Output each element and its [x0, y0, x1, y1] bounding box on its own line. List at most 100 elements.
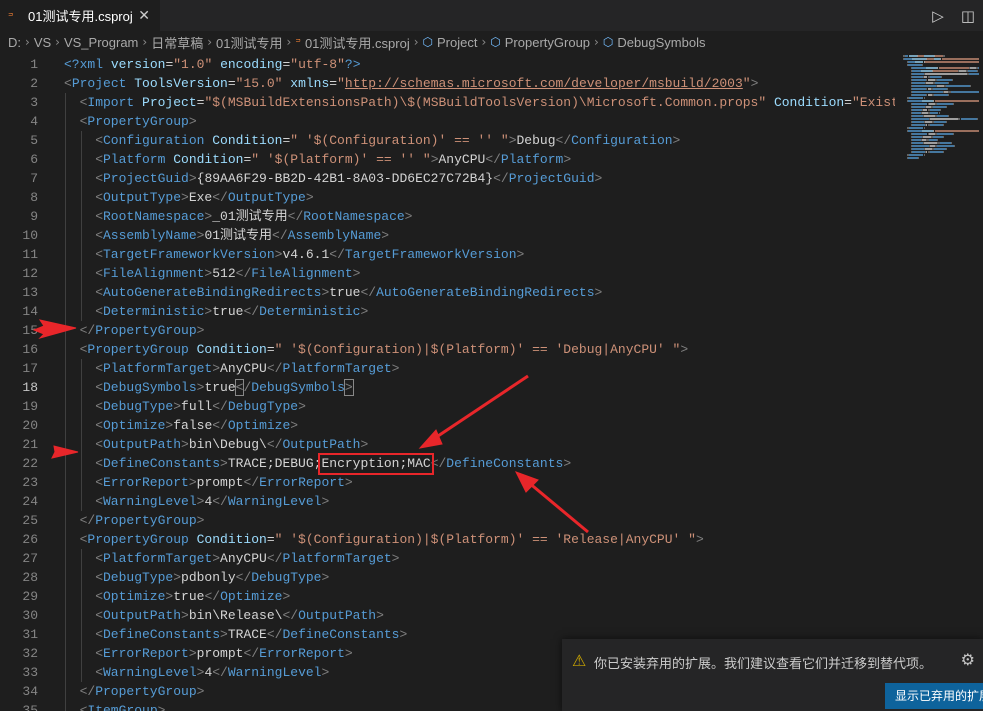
code-text: <OutputType>Exe</OutputType> [95, 188, 313, 207]
minimap-token [953, 145, 955, 147]
code-line[interactable]: 5 <Configuration Condition=" '$(Configura… [0, 131, 895, 150]
code-token: > [360, 437, 369, 452]
code-line[interactable]: 13 <AutoGenerateBindingRedirects>true</Au… [0, 283, 895, 302]
code-token: </ [266, 437, 283, 452]
code-line[interactable]: 6 <Platform Condition=" '$(Platform)' == … [0, 150, 895, 169]
minimap-token [912, 91, 943, 93]
minimap-token [912, 151, 926, 153]
minimap-token [948, 82, 950, 84]
minimap-token [923, 127, 925, 129]
code-line[interactable]: 3 <Import Project="$(MSBuildExtensionsPat… [0, 93, 895, 112]
minimap-token [929, 124, 943, 126]
minimap-token [925, 73, 968, 75]
code-line[interactable]: 9 <RootNamespace>_01测试专用</RootNamespace> [0, 207, 895, 226]
breadcrumb-item-file[interactable]: 01测试专用.csproj [305, 33, 410, 52]
code-line[interactable]: 1 <?xml version="1.0" encoding="utf-8"?> [0, 55, 895, 74]
code-token: < [95, 608, 103, 623]
code-line[interactable]: 2 <Project ToolsVersion="15.0" xmlns="htt… [0, 74, 895, 93]
code-token: < [95, 551, 103, 566]
code-line[interactable]: 12 <FileAlignment>512</FileAlignment> [0, 264, 895, 283]
minimap-token [929, 118, 959, 120]
breadcrumb-item-vs-program[interactable]: VS_Program [64, 35, 138, 50]
tab-csproj[interactable]: ᵙ 01测试专用.csproj ✕ [0, 0, 160, 31]
gear-icon[interactable]: ⚙ [961, 650, 975, 669]
code-token: </ [243, 475, 260, 490]
code-token: < [95, 380, 103, 395]
code-token: RootNamespace [303, 209, 405, 224]
code-text: <ProjectGuid>{89AA6F29-BB2D-42B1-8A03-DD… [95, 169, 602, 188]
code-text: <PropertyGroup Condition=" '$(Configurat… [80, 340, 689, 359]
code-line[interactable]: 19 <DebugType>full</DebugType> [0, 397, 895, 416]
minimap-token [933, 88, 948, 90]
breadcrumb-item-propertygroup[interactable]: PropertyGroup [505, 35, 590, 50]
code-text: <Project ToolsVersion="15.0" xmlns="http… [64, 74, 758, 93]
minimap-token [952, 103, 954, 105]
code-token: > [508, 133, 517, 148]
code-line[interactable]: 27 <PlatformTarget>AnyCPU</PlatformTarget… [0, 549, 895, 568]
minimap-token [934, 55, 943, 57]
code-line[interactable]: 4 <PropertyGroup> [0, 112, 895, 131]
code-line[interactable]: 26 <PropertyGroup Condition=" '$(Configur… [0, 530, 895, 549]
code-line[interactable]: 14 <Deterministic>true</Deterministic> [0, 302, 895, 321]
minimap-token [908, 61, 915, 63]
code-line[interactable]: 18 <DebugSymbols>true</DebugSymbols> [0, 378, 895, 397]
code-token: < [95, 361, 103, 376]
run-icon[interactable]: ▷ [923, 7, 953, 25]
line-number: 1 [30, 57, 38, 72]
breadcrumb-item-folder[interactable]: 01测试专用 [216, 33, 282, 52]
code-token: > [173, 399, 182, 414]
line-number: 31 [22, 627, 38, 642]
minimap-token [937, 103, 953, 105]
breadcrumb-item-debugsymbols[interactable]: DebugSymbols [617, 35, 705, 50]
code-token: OutputPath [282, 437, 361, 452]
code-token: ErrorReport [103, 475, 189, 490]
line-number: 11 [22, 247, 38, 262]
close-icon[interactable]: ✕ [138, 8, 150, 24]
code-line[interactable]: 8 <OutputType>Exe</OutputType> [0, 188, 895, 207]
code-text: <PropertyGroup Condition=" '$(Configurat… [80, 530, 704, 549]
code-token: < [95, 456, 103, 471]
code-line[interactable]: 16 <PropertyGroup Condition=" '$(Configur… [0, 340, 895, 359]
code-line[interactable]: 10 <AssemblyName>01测试专用</AssemblyName> [0, 226, 895, 245]
minimap-token [909, 127, 924, 129]
code-token: </ [266, 361, 283, 376]
warning-icon: ⚠ [572, 651, 587, 670]
code-line[interactable]: 7 <ProjectGuid>{89AA6F29-BB2D-42B1-8A03-D… [0, 169, 895, 188]
code-line[interactable]: 17 <PlatformTarget>AnyCPU</PlatformTarget… [0, 359, 895, 378]
breadcrumb-item-vs[interactable]: VS [34, 35, 51, 50]
code-text: <Import Project="$(MSBuildExtensionsPath… [80, 93, 895, 112]
code-text: <ItemGroup> [80, 701, 166, 711]
code-token: = [329, 76, 338, 91]
code-line[interactable]: 20 <Optimize>false</Optimize> [0, 416, 895, 435]
minimap[interactable] [895, 53, 983, 711]
minimap-token [942, 55, 945, 57]
breadcrumb-item-drive[interactable]: D: [8, 35, 21, 50]
code-token: ToolsVersion [126, 76, 228, 91]
code-line[interactable]: 22 <DefineConstants>TRACE;DEBUG;Encryptio… [0, 454, 895, 473]
code-token: OutputType [227, 190, 306, 205]
code-token: > [360, 304, 369, 319]
code-text: <FileAlignment>512</FileAlignment> [95, 264, 360, 283]
split-editor-icon[interactable]: ◫ [953, 7, 983, 25]
code-line[interactable]: 24 <WarningLevel>4</WarningLevel> [0, 492, 895, 511]
code-line[interactable]: 15 </PropertyGroup> [0, 321, 895, 340]
breadcrumb-item-project[interactable]: Project [437, 35, 477, 50]
code-line[interactable]: 25 </PropertyGroup> [0, 511, 895, 530]
code-token: true [329, 285, 361, 300]
code-editor[interactable]: 1 <?xml version="1.0" encoding="utf-8"?> 2… [0, 53, 895, 711]
breadcrumb-item-drafts[interactable]: 日常草稿 [151, 33, 203, 52]
code-line[interactable]: 23 <ErrorReport>prompt</ErrorReport> [0, 473, 895, 492]
code-token: > [344, 646, 353, 661]
code-token: < [95, 589, 103, 604]
code-line[interactable]: 29 <Optimize>true</Optimize> [0, 587, 895, 606]
code-line[interactable]: 28 <DebugType>pdbonly</DebugType> [0, 568, 895, 587]
minimap-token [926, 67, 938, 69]
code-token: " '$(Platform)' == '' " [251, 152, 431, 167]
code-token: true [212, 304, 244, 319]
show-deprecated-extensions-button[interactable]: 显示已弃用的扩展 [885, 683, 983, 709]
code-token: DefineConstants [103, 456, 221, 471]
code-line[interactable]: 11 <TargetFrameworkVersion>v4.6.1</Target… [0, 245, 895, 264]
code-line[interactable]: 21 <OutputPath>bin\Debug\</OutputPath> [0, 435, 895, 454]
line-number: 33 [22, 665, 38, 680]
code-line[interactable]: 30 <OutputPath>bin\Release\</OutputPath> [0, 606, 895, 625]
